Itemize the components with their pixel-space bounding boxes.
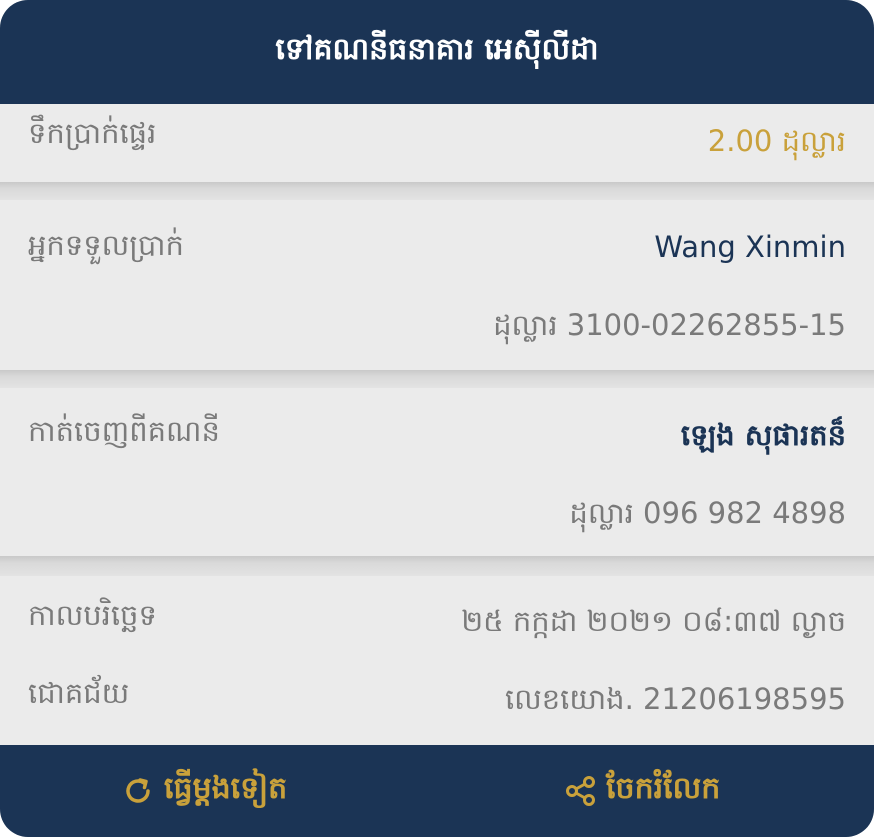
section-divider [0, 370, 874, 388]
section-divider [0, 182, 874, 200]
refresh-icon [126, 778, 150, 803]
header-title: ទៅគណនីធនាគារ អេស៊ីលីដា [275, 32, 599, 67]
amount-value: 2.00 ដុល្លារ [707, 124, 846, 158]
date-label: កាលបរិច្ឆេទ [28, 598, 157, 632]
recipient-account: ដុល្លារ 3100-02262855-15 [493, 308, 846, 342]
source-account: ដុល្លារ 096 982 4898 [569, 496, 846, 530]
transfer-receipt-card: ទៅគណនីធនាគារ អេស៊ីលីដា ទឹកប្រាក់ផ្ទេរ 2.… [0, 0, 874, 837]
share-label: ចែករំលែក [606, 771, 721, 806]
action-footer: ធ្វើម្តងទៀត ចែករំលែក [0, 745, 874, 837]
share-button[interactable]: ចែករំលែក [564, 745, 720, 837]
receipt-header: ទៅគណនីធនាគារ អេស៊ីលីដា [0, 0, 874, 104]
details-section: កាលបរិច្ឆេទ ២៥ កក្កដា ២០២១ ០៨:៣៧ ល្ងាច ជ… [0, 576, 874, 745]
repeat-label: ធ្វើម្តងទៀត [164, 771, 288, 806]
amount-section: ទឹកប្រាក់ផ្ទេរ 2.00 ដុល្លារ [0, 104, 874, 182]
amount-label: ទឹកប្រាក់ផ្ទេរ [28, 116, 157, 150]
date-value: ២៥ កក្កដា ២០២១ ០៨:៣៧ ល្ងាច [461, 604, 846, 638]
share-icon [566, 776, 595, 806]
repeat-button[interactable]: ធ្វើម្តងទៀត [122, 745, 287, 837]
recipient-section: អ្នកទទួលប្រាក់ Wang Xinmin ដុល្លារ 3100-… [0, 200, 874, 370]
reference-value: លេខយោង. 21206198595 [504, 682, 846, 716]
source-label: កាត់ចេញពីគណនី [28, 414, 220, 448]
source-name: ឡេង សុផារតន៏ [680, 418, 846, 452]
recipient-name: Wang Xinmin [654, 230, 846, 264]
section-divider [0, 556, 874, 576]
recipient-label: អ្នកទទួលប្រាក់ [28, 228, 184, 262]
status-label: ជោគជ័យ [28, 676, 130, 710]
source-section: កាត់ចេញពីគណនី ឡេង សុផារតន៏ ដុល្លារ 096 9… [0, 388, 874, 556]
